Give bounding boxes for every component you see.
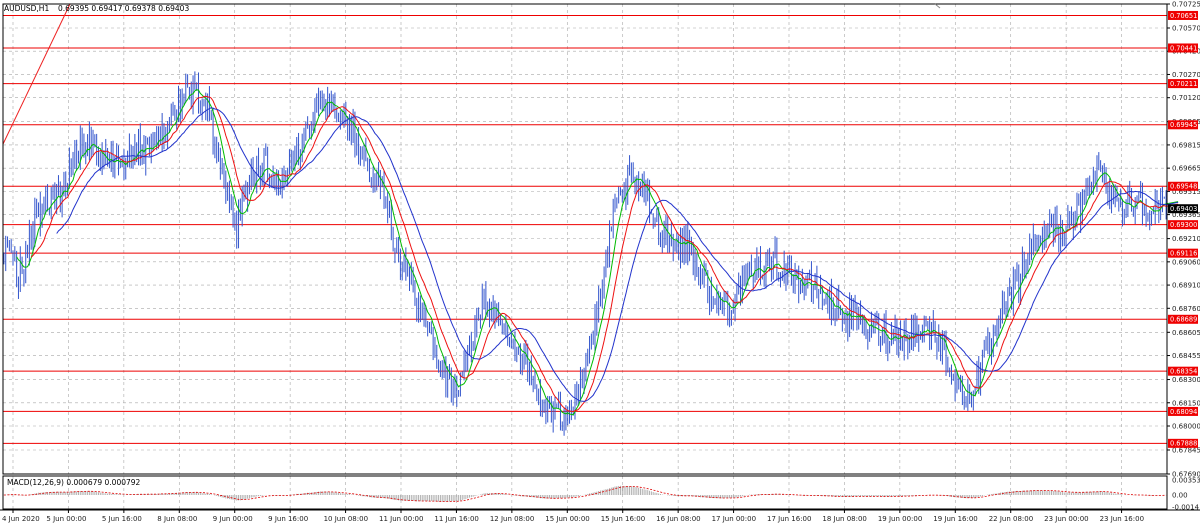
level-label: 0.69548 [1170,183,1197,191]
time-tick-label: 23 Jun 00:00 [1044,515,1088,523]
price-tick-label: 0.69210 [1172,235,1200,243]
price-tick-label: 0.69060 [1172,258,1200,266]
time-tick-label: 5 Jun 16:00 [102,515,142,523]
chart-frame [0,3,1200,511]
macd-frame [2,475,1168,510]
moving-averages [16,89,1179,416]
time-tick-label: 9 Jun 00:00 [213,515,253,523]
time-tick-label: 5 Jun 00:00 [46,515,86,523]
price-tick-label: 0.70570 [1172,25,1200,33]
price-tick-label: 0.68300 [1172,376,1200,384]
time-tick-label: 12 Jun 08:00 [490,515,534,523]
price-tick-label: 0.68000 [1172,422,1200,430]
grid [3,3,1167,509]
time-tick-label: 11 Jun 16:00 [434,515,478,523]
horizontal-levels [3,14,1167,444]
trend-line [2,3,71,145]
price-tick-label: 0.68760 [1172,305,1200,313]
level-label: 0.70211 [1170,80,1197,88]
price-tick-label: 0.68455 [1172,352,1200,360]
time-tick-label: 11 Jun 00:00 [379,515,423,523]
time-tick-label: 15 Jun 00:00 [545,515,589,523]
price-tick-label: 0.70120 [1172,94,1200,102]
current-price-label: 0.69403 [1170,205,1197,213]
macd-tick-label: 0.003537 [1172,477,1200,485]
time-tick-label: 18 Jun 08:00 [822,515,866,523]
price-axis: 0.707250.705700.704200.702700.701200.699… [1167,1,1200,479]
time-tick-label: 19 Jun 00:00 [878,515,922,523]
price-tick-label: 0.68605 [1172,329,1200,337]
time-tick-label: 8 Jun 08:00 [157,515,197,523]
time-tick-label: 4 Jun 2020 [2,515,40,523]
time-tick-label: 9 Jun 16:00 [268,515,308,523]
level-label: 0.68094 [1170,408,1197,416]
macd-panel: 0.003537 0.00 -0.0014 [3,477,1200,512]
ma-mid-line [30,95,1179,413]
price-tick-label: 0.70270 [1172,71,1200,79]
time-tick-label: 19 Jun 16:00 [933,515,977,523]
chart-root: 0.707250.705700.704200.702700.701200.699… [0,0,1200,527]
time-tick-label: 23 Jun 16:00 [1100,515,1144,523]
chart-header-quote: 0.69395 0.69417 0.69378 0.69403 [58,4,189,13]
level-label: 0.68354 [1170,368,1197,376]
price-tick-label: 0.68910 [1172,282,1200,290]
price-tick-label: 0.68150 [1172,399,1200,407]
time-axis: 4 Jun 2020 5 Jun 00:00 5 Jun 16:00 8 Jun 08… [2,510,1144,523]
chart-header-symbol: AUDUSD,H1 [4,4,49,13]
macd-label: MACD(12,26,9) 0.000679 0.000792 [7,478,141,487]
level-label: 0.69300 [1170,221,1197,229]
time-tick-label: 17 Jun 00:00 [712,515,756,523]
level-label: 0.69116 [1170,250,1197,258]
macd-tick-label: 0.00 [1172,492,1188,500]
time-tick-label: 22 Jun 08:00 [989,515,1033,523]
price-tick-label: 0.70725 [1172,1,1200,9]
trend-line-segment [2,3,71,145]
macd-tick-label: -0.0014 [1172,504,1200,512]
price-chart: 0.707250.705700.704200.702700.701200.699… [0,1,1200,523]
level-label: 0.67888 [1170,440,1197,448]
ma-slow-line [56,107,1179,402]
time-tick-label: 17 Jun 16:00 [767,515,811,523]
level-label: 0.70651 [1170,12,1197,20]
shift-marker [934,3,941,9]
level-label: 0.68689 [1170,316,1197,324]
time-tick-label: 16 Jun 08:00 [656,515,700,523]
price-tick-label: 0.69815 [1172,141,1200,149]
level-label: 0.70441 [1170,44,1197,52]
level-label: 0.69945 [1170,121,1197,129]
time-tick-label: 10 Jun 08:00 [324,515,368,523]
time-tick-label: 15 Jun 16:00 [601,515,645,523]
price-tick-label: 0.69665 [1172,165,1200,173]
